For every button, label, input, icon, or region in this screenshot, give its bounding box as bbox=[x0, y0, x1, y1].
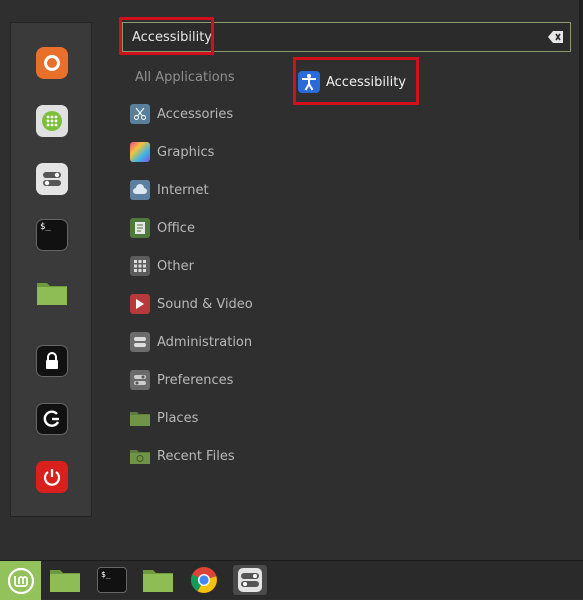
folder-glyph bbox=[37, 283, 67, 305]
settings-toggle-icon[interactable] bbox=[233, 565, 267, 595]
terminal-icon[interactable]: $_ bbox=[95, 565, 129, 595]
toggle-icon bbox=[130, 370, 150, 390]
category-label: Graphics bbox=[157, 144, 215, 160]
power-glyph bbox=[43, 469, 61, 486]
play-icon bbox=[130, 294, 150, 314]
category-label: Places bbox=[157, 410, 199, 426]
search-input[interactable] bbox=[123, 23, 543, 51]
scissors-icon bbox=[130, 104, 150, 124]
category-administration[interactable]: Administration bbox=[130, 331, 252, 353]
category-label: Sound & Video bbox=[157, 296, 253, 312]
folder-icon bbox=[130, 408, 150, 428]
software-manager-icon[interactable] bbox=[36, 105, 68, 137]
taskbar: $_ bbox=[0, 560, 583, 600]
lock-glyph bbox=[46, 352, 58, 369]
category-all-applications[interactable]: All Applications bbox=[135, 70, 235, 85]
mint-logo-glyph bbox=[7, 567, 34, 594]
backspace-icon[interactable] bbox=[548, 30, 564, 44]
recent-folder-icon bbox=[130, 446, 150, 466]
result-accessibility[interactable]: Accessibility bbox=[298, 66, 406, 98]
category-label: Recent Files bbox=[157, 448, 235, 464]
category-other[interactable]: Other bbox=[130, 255, 194, 277]
power-icon[interactable] bbox=[36, 461, 68, 493]
category-accessories[interactable]: Accessories bbox=[130, 103, 233, 125]
category-graphics[interactable]: Graphics bbox=[130, 141, 214, 163]
settings-glyph bbox=[43, 172, 61, 186]
category-label: Accessories bbox=[157, 106, 234, 122]
favorites-sidebar: $_ bbox=[10, 22, 92, 517]
application-menu: $_ Accessibility All Applications Access… bbox=[0, 0, 583, 560]
category-recent-files[interactable]: Recent Files bbox=[130, 445, 235, 467]
category-label: Administration bbox=[157, 334, 253, 350]
terminal-frame: $_ bbox=[97, 567, 127, 593]
folder-icon[interactable] bbox=[36, 277, 68, 309]
mint-logo-icon[interactable] bbox=[0, 561, 41, 600]
category-label: Other bbox=[157, 258, 194, 274]
result-label: Accessibility bbox=[326, 74, 406, 90]
category-label: Office bbox=[157, 220, 195, 236]
grid-icon bbox=[130, 256, 150, 276]
category-label: Preferences bbox=[157, 372, 234, 388]
category-label: Internet bbox=[157, 182, 209, 198]
admin-icon bbox=[130, 332, 150, 352]
search-box bbox=[122, 22, 571, 52]
folder-icon[interactable] bbox=[141, 565, 175, 595]
settings-toggle-icon[interactable] bbox=[36, 163, 68, 195]
software-manager-glyph bbox=[42, 111, 62, 131]
terminal-icon[interactable]: $_ bbox=[36, 219, 68, 251]
category-internet[interactable]: Internet bbox=[130, 179, 209, 201]
document-icon bbox=[130, 218, 150, 238]
palette-icon bbox=[130, 142, 150, 162]
terminal-glyph: $_ bbox=[101, 570, 111, 579]
category-sound-video[interactable]: Sound & Video bbox=[130, 293, 253, 315]
cloud-icon bbox=[130, 180, 150, 200]
terminal-glyph: $_ bbox=[40, 222, 51, 232]
firefox-glyph bbox=[44, 55, 60, 71]
category-places[interactable]: Places bbox=[130, 407, 198, 429]
chrome-icon[interactable] bbox=[187, 565, 221, 595]
accessibility-icon bbox=[298, 71, 320, 93]
menu-edge bbox=[579, 0, 583, 240]
category-preferences[interactable]: Preferences bbox=[130, 369, 233, 391]
logout-icon[interactable] bbox=[36, 403, 68, 435]
category-office[interactable]: Office bbox=[130, 217, 195, 239]
firefox-icon[interactable] bbox=[36, 47, 68, 79]
desktop-folder-icon[interactable] bbox=[48, 565, 82, 595]
logout-glyph bbox=[43, 410, 60, 427]
lock-icon[interactable] bbox=[36, 345, 68, 377]
